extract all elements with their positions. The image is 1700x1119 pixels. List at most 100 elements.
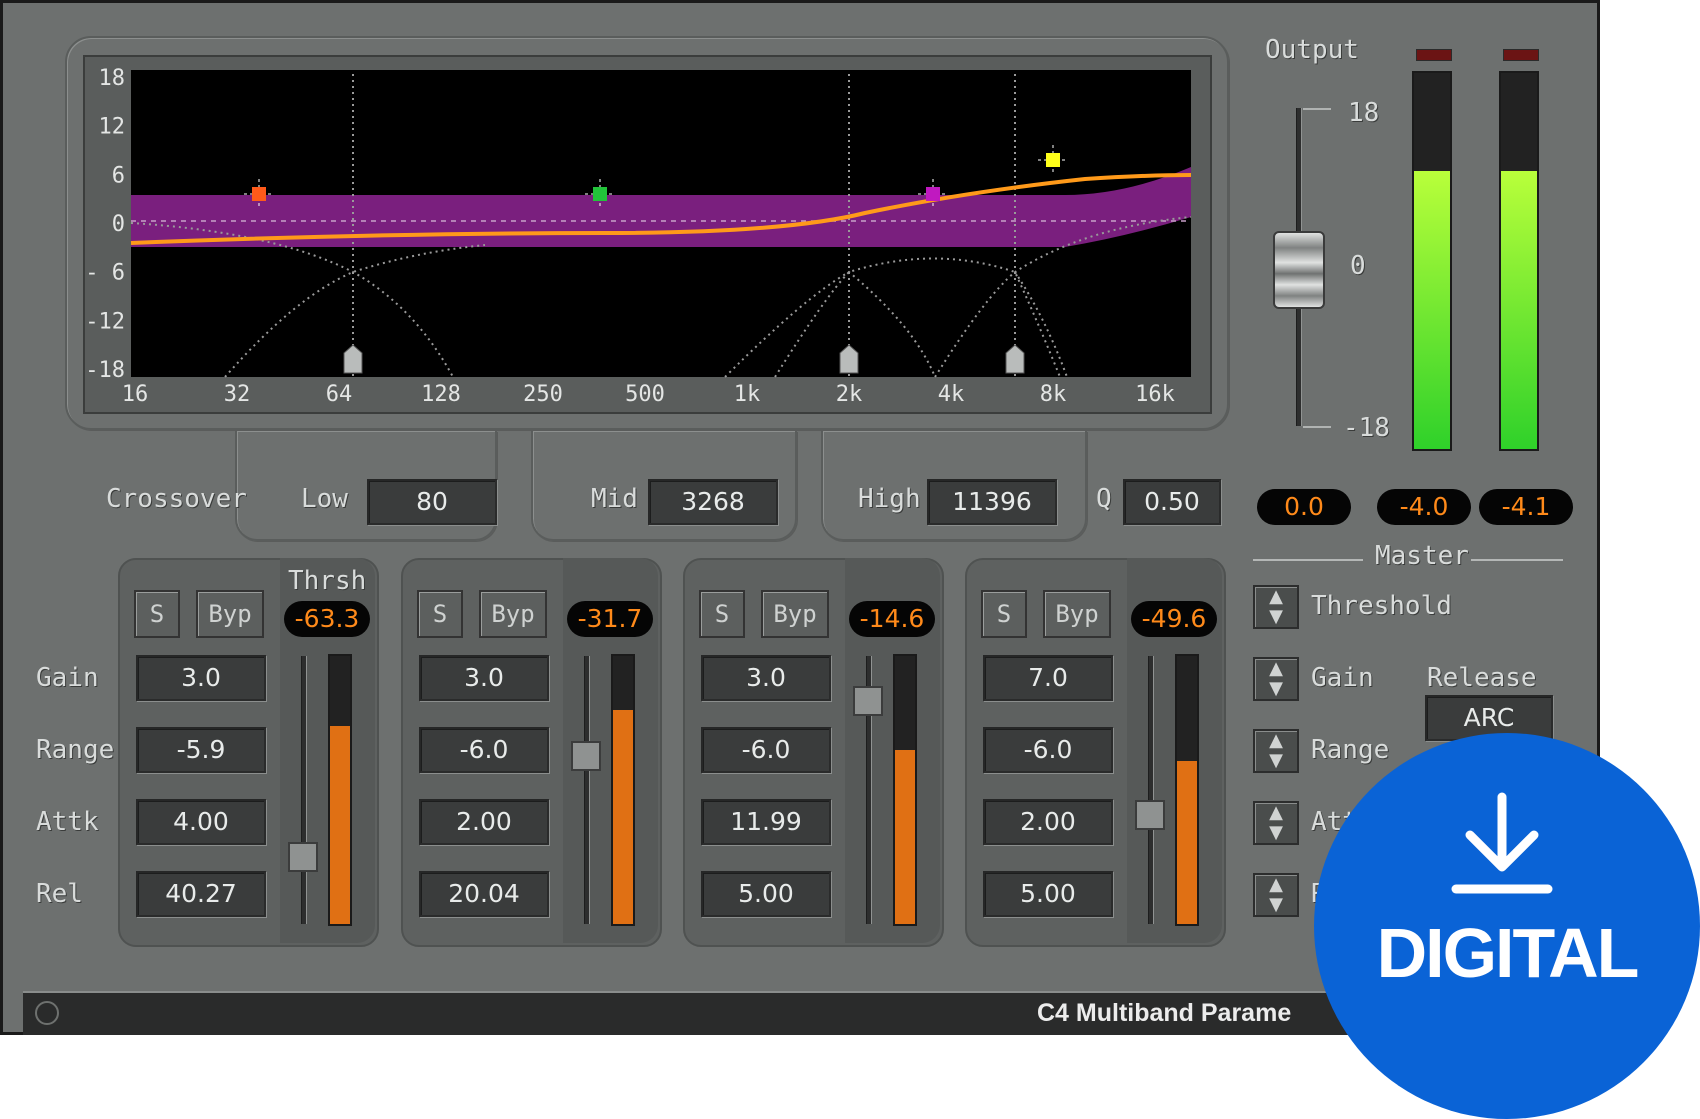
master-range-spinner[interactable]: ▲ ▼ bbox=[1253, 729, 1299, 773]
gain-field[interactable]: 7.0 bbox=[983, 655, 1113, 701]
master-threshold-spinner[interactable]: ▲ ▼ bbox=[1253, 585, 1299, 629]
master-gain-label: Gain bbox=[1311, 663, 1374, 693]
band-gain-meter-fill bbox=[1177, 760, 1197, 924]
output-scale-bottom-tick bbox=[1303, 426, 1331, 428]
footer-title: C4 Multiband Parame bbox=[1037, 999, 1292, 1027]
thrsh-slider-thumb[interactable] bbox=[571, 741, 601, 771]
rel-field[interactable]: 5.00 bbox=[983, 871, 1113, 917]
output-meter-left bbox=[1412, 71, 1452, 451]
output-meter-left-fill bbox=[1414, 170, 1450, 449]
q-field[interactable]: 0.50 bbox=[1123, 479, 1221, 525]
x-tick-label: 64 bbox=[326, 382, 353, 407]
output-clip-led-right bbox=[1503, 49, 1539, 61]
y-tick-label: 0 bbox=[112, 212, 125, 237]
output-scale-top: 18 bbox=[1348, 98, 1380, 128]
x-tick-label: 250 bbox=[523, 382, 563, 407]
range-field[interactable]: -5.9 bbox=[136, 727, 266, 773]
master-divider-left bbox=[1253, 559, 1363, 561]
x-tick-label: 16 bbox=[122, 382, 149, 407]
range-field[interactable]: -6.0 bbox=[701, 727, 831, 773]
output-gain-readout: 0.0 bbox=[1257, 489, 1351, 525]
band-gain-meter-fill bbox=[613, 709, 633, 924]
eq-graph[interactable]: 18 12 6 0 - 6 -12 -18 16 32 64 128 250 500 1k 2k 4k 8k 1… bbox=[83, 55, 1212, 414]
thrsh-slider-track[interactable] bbox=[584, 656, 590, 924]
master-rel-spinner[interactable]: ▲ ▼ bbox=[1253, 873, 1299, 917]
solo-button[interactable]: S bbox=[417, 590, 463, 638]
thrsh-readout: -14.6 bbox=[849, 601, 935, 637]
thrsh-label: Thrsh bbox=[288, 566, 367, 596]
attk-field[interactable]: 4.00 bbox=[136, 799, 266, 845]
output-meter-left-readout: -4.0 bbox=[1377, 489, 1471, 525]
attk-field[interactable]: 2.00 bbox=[983, 799, 1113, 845]
thrsh-readout: -31.7 bbox=[567, 601, 653, 637]
rel-field[interactable]: 40.27 bbox=[136, 871, 266, 917]
thrsh-slider-track[interactable] bbox=[301, 656, 307, 924]
attk-field[interactable]: 11.99 bbox=[701, 799, 831, 845]
x-tick-label: 2k bbox=[836, 382, 863, 407]
master-attk-spinner[interactable]: ▲ ▼ bbox=[1253, 801, 1299, 845]
solo-button[interactable]: S bbox=[981, 590, 1027, 638]
output-meter-right-readout: -4.1 bbox=[1479, 489, 1573, 525]
bypass-button[interactable]: Byp bbox=[479, 590, 547, 638]
range-row-label: Range bbox=[36, 735, 115, 765]
master-threshold-label: Threshold bbox=[1311, 591, 1452, 621]
range-field[interactable]: -6.0 bbox=[983, 727, 1113, 773]
bypass-button[interactable]: Byp bbox=[196, 590, 264, 638]
digital-badge-label: DIGITAL bbox=[1376, 914, 1640, 992]
range-field[interactable]: -6.0 bbox=[419, 727, 549, 773]
crossover-high-label: High bbox=[858, 484, 921, 514]
crossover-low-field[interactable]: 80 bbox=[367, 479, 497, 525]
rel-field[interactable]: 20.04 bbox=[419, 871, 549, 917]
output-scale-mid: 0 bbox=[1350, 251, 1366, 281]
q-label: Q bbox=[1096, 484, 1112, 514]
y-tick-label: -18 bbox=[85, 358, 125, 383]
output-meter-right bbox=[1499, 71, 1539, 451]
master-label: Master bbox=[1375, 541, 1469, 571]
gain-field[interactable]: 3.0 bbox=[701, 655, 831, 701]
output-label: Output bbox=[1265, 35, 1359, 65]
waves-logo-icon bbox=[35, 1001, 59, 1025]
attk-field[interactable]: 2.00 bbox=[419, 799, 549, 845]
thrsh-slider-thumb[interactable] bbox=[288, 842, 318, 872]
output-scale-bottom: -18 bbox=[1343, 413, 1390, 443]
output-fader-thumb[interactable] bbox=[1273, 231, 1325, 309]
master-range-label: Range bbox=[1311, 735, 1390, 765]
solo-button[interactable]: S bbox=[699, 590, 745, 638]
thrsh-readout: -49.6 bbox=[1131, 601, 1217, 637]
y-tick-label: -12 bbox=[85, 309, 125, 334]
eq-graph-svg: 18 12 6 0 - 6 -12 -18 16 32 64 128 250 500 1k 2k 4k 8k 1… bbox=[85, 66, 1192, 407]
band-gain-meter-fill bbox=[895, 749, 915, 924]
solo-button[interactable]: S bbox=[134, 590, 180, 638]
crossover-mid-label: Mid bbox=[591, 484, 638, 514]
x-tick-label: 4k bbox=[938, 382, 965, 407]
bypass-button[interactable]: Byp bbox=[1043, 590, 1111, 638]
master-gain-spinner[interactable]: ▲ ▼ bbox=[1253, 657, 1299, 701]
attk-row-label: Attk bbox=[36, 807, 99, 837]
rel-row-label: Rel bbox=[36, 879, 83, 909]
band-gain-meter bbox=[1175, 654, 1199, 926]
master-divider-right bbox=[1471, 559, 1563, 561]
thrsh-slider-thumb[interactable] bbox=[1135, 800, 1165, 830]
crossover-mid-field[interactable]: 3268 bbox=[648, 479, 778, 525]
gain-row-label: Gain bbox=[36, 663, 99, 693]
y-tick-label: 6 bbox=[112, 163, 125, 188]
output-clip-led-left bbox=[1416, 49, 1452, 61]
x-tick-label: 128 bbox=[421, 382, 461, 407]
band-gain-meter-fill bbox=[330, 725, 350, 924]
y-tick-label: 18 bbox=[99, 66, 126, 91]
thrsh-slider-track[interactable] bbox=[1148, 656, 1154, 924]
gain-field[interactable]: 3.0 bbox=[136, 655, 266, 701]
release-label: Release bbox=[1427, 663, 1537, 693]
download-arrow-icon bbox=[1451, 792, 1553, 894]
digital-download-badge: DIGITAL bbox=[1314, 733, 1700, 1119]
crossover-high-field[interactable]: 11396 bbox=[927, 479, 1057, 525]
x-tick-label: 500 bbox=[625, 382, 665, 407]
x-tick-label: 16k bbox=[1135, 382, 1175, 407]
output-meter-right-fill bbox=[1501, 170, 1537, 449]
thrsh-slider-thumb[interactable] bbox=[853, 686, 883, 716]
bypass-button[interactable]: Byp bbox=[761, 590, 829, 638]
rel-field[interactable]: 5.00 bbox=[701, 871, 831, 917]
x-tick-label: 32 bbox=[224, 382, 251, 407]
gain-field[interactable]: 3.0 bbox=[419, 655, 549, 701]
y-tick-label: - 6 bbox=[85, 261, 125, 286]
